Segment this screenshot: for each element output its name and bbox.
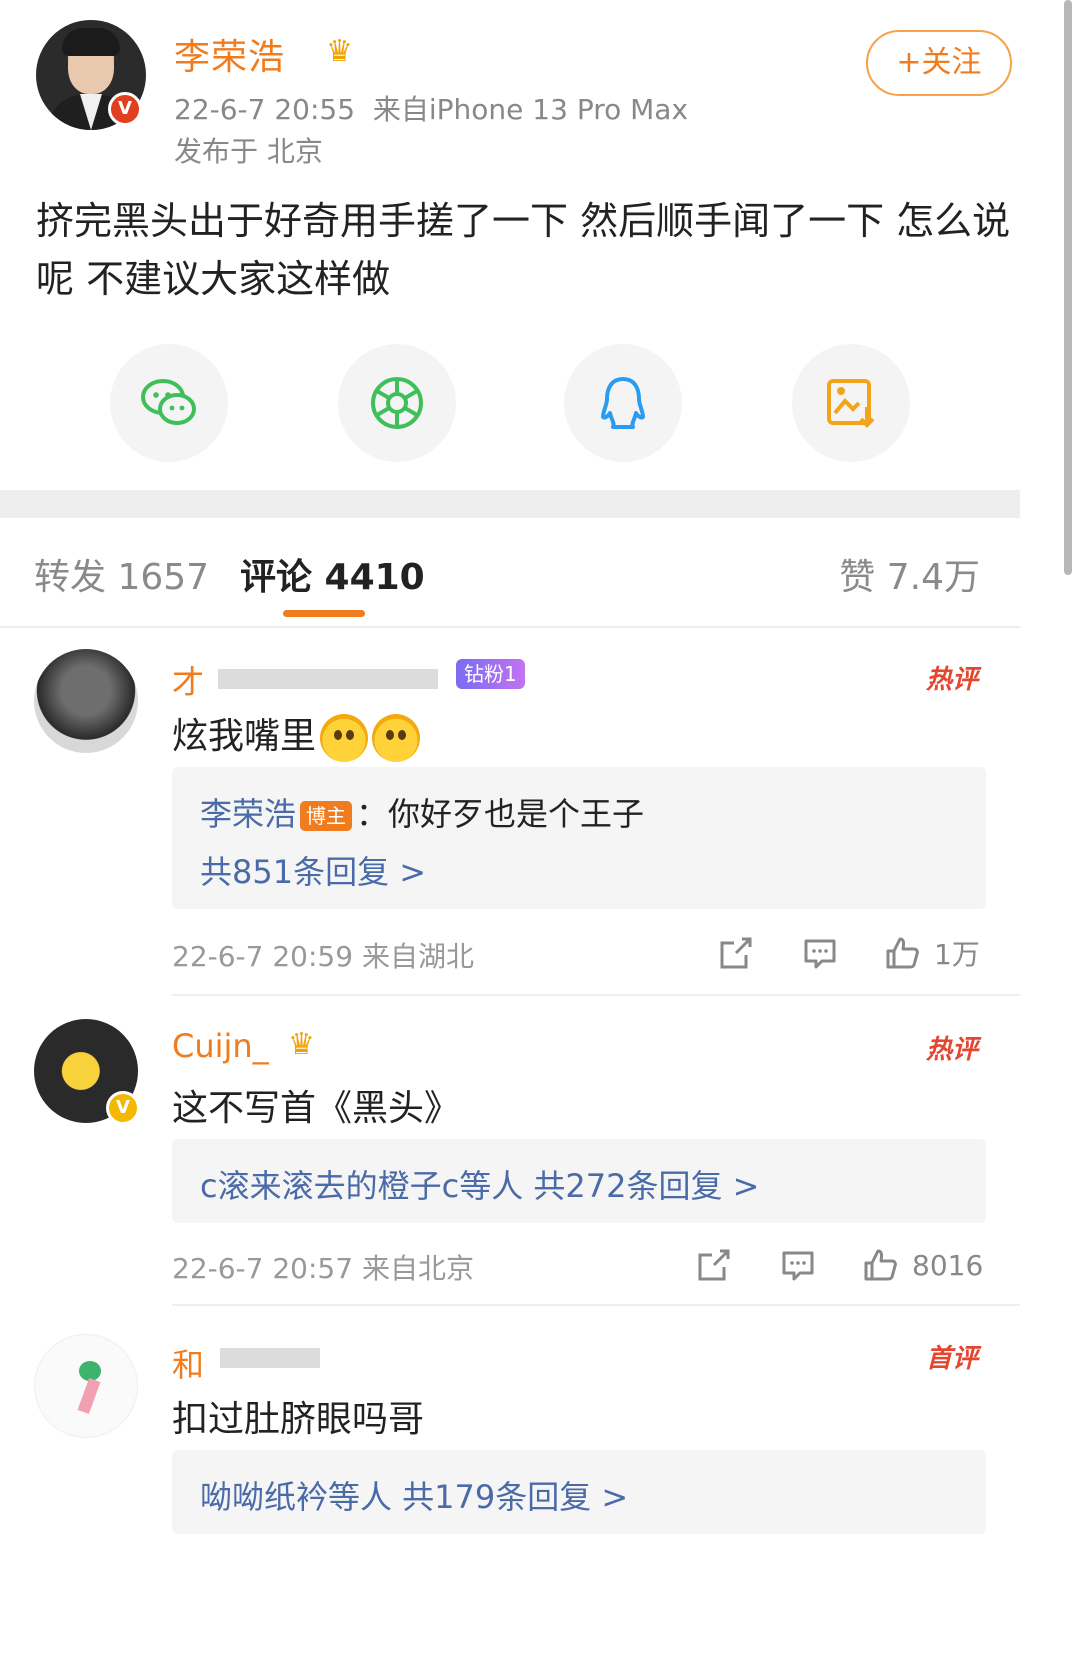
post-header: V 李荣浩 ♛ 22-6-7 20:55 来自iPhone 13 Pro Max… — [36, 20, 1046, 180]
view-replies-link[interactable]: 共851条回复 > — [200, 847, 426, 893]
wechat-icon — [141, 379, 196, 425]
post-source: 来自iPhone 13 Pro Max — [372, 93, 689, 126]
share-comment-button[interactable] — [694, 1245, 734, 1285]
reply-author[interactable]: 李荣浩 — [200, 795, 296, 833]
share-wechat-button[interactable] — [110, 344, 228, 462]
redacted-name — [220, 1348, 320, 1368]
first-comment-tag: 首评 — [925, 1344, 978, 1374]
share-comment-button[interactable] — [716, 933, 756, 973]
comment-text: 扣过肚脐眼吗哥 — [172, 1399, 425, 1440]
comment-separator — [172, 1304, 1020, 1306]
follow-button[interactable]: +关注 — [866, 30, 1012, 96]
reply-preview[interactable]: 李荣浩 博主 ：你好歹也是个王子 共851条回复 > — [172, 767, 986, 909]
section-divider — [0, 490, 1020, 518]
post-timestamp: 22-6-7 20:55 — [174, 93, 356, 126]
tab-bar: 转发 1657 评论 4410 赞 7.4万 — [0, 518, 1020, 628]
scrollbar[interactable] — [1064, 0, 1072, 575]
like-count: 8016 — [912, 1248, 984, 1282]
reply-text: ：你好歹也是个王子 — [356, 795, 645, 833]
reply-preview[interactable]: c滚来滚去的橙子c等人 共272条回复 > — [172, 1139, 986, 1223]
crown-icon: ♛ — [326, 34, 353, 69]
commenter-avatar[interactable] — [34, 1334, 138, 1438]
comment-text: 炫我嘴里 — [172, 707, 421, 762]
post-meta: 22-6-7 20:55 来自iPhone 13 Pro Max — [174, 88, 688, 128]
emoji-icon — [372, 714, 421, 762]
comment-separator — [172, 994, 1020, 996]
like-comment-button[interactable]: 1万 — [882, 933, 980, 973]
share-icon — [720, 937, 752, 969]
like-comment-button[interactable]: 8016 — [860, 1245, 983, 1285]
post-text: 挤完黑头出于好奇用手搓了一下 然后顺手闻了一下 怎么说呢 不建议大家这样做 — [36, 199, 1011, 301]
share-qq-button[interactable] — [564, 344, 682, 462]
redacted-name — [218, 669, 438, 689]
comment-meta: 22-6-7 20:59 来自湖北 — [172, 940, 474, 973]
thumbs-up-icon — [864, 1249, 897, 1281]
tab-active-indicator — [283, 610, 365, 617]
like-count: 1万 — [934, 938, 980, 971]
comment-item: V Cuijn_ ♛ 热评 这不写首《黑头》 c滚来滚去的橙子c等人 共272条… — [0, 1015, 1020, 1305]
tab-reposts[interactable]: 转发 1657 — [34, 548, 209, 600]
reply-comment-button[interactable] — [778, 1245, 818, 1285]
hot-comment-tag: 热评 — [925, 665, 978, 695]
commenter-name[interactable]: Cuijn_ — [172, 1027, 269, 1065]
comment-item: 和 首评 扣过肚脐眼吗哥 呦呦纸衿等人 共179条回复 > — [0, 1330, 1020, 1662]
comment-icon — [804, 939, 836, 969]
moments-icon — [371, 377, 423, 429]
hot-comment-tag: 热评 — [925, 1035, 978, 1065]
thumbs-up-icon — [886, 937, 919, 969]
view-replies-link[interactable]: 呦呦纸衿等人 共179条回复 > — [200, 1472, 628, 1518]
qq-icon — [601, 377, 645, 429]
reply-preview[interactable]: 呦呦纸衿等人 共179条回复 > — [172, 1450, 986, 1534]
share-icon — [698, 1249, 730, 1281]
post-location: 发布于 北京 — [174, 135, 323, 168]
crown-icon: ♛ — [288, 1027, 315, 1062]
verified-badge-icon: V — [106, 1091, 140, 1125]
comment-item: 才 钻粉1 热评 炫我嘴里 李荣浩 博主 ：你好歹也是个王子 共851条回复 > 2… — [0, 645, 1020, 995]
commenter-name[interactable]: 和 — [172, 1340, 204, 1386]
tab-comments[interactable]: 评论 4410 — [240, 548, 425, 600]
tab-likes[interactable]: 赞 7.4万 — [839, 548, 980, 600]
share-row — [110, 344, 910, 464]
save-image-icon — [827, 379, 875, 428]
verified-badge-icon: V — [108, 92, 142, 126]
view-replies-link[interactable]: c滚来滚去的橙子c等人 共272条回复 > — [200, 1161, 759, 1207]
share-save-image-button[interactable] — [792, 344, 910, 462]
reply-comment-button[interactable] — [800, 933, 840, 973]
comment-text: 这不写首《黑头》 — [172, 1088, 461, 1129]
commenter-name[interactable]: 才 — [172, 657, 204, 703]
commenter-avatar[interactable] — [34, 649, 138, 753]
author-name[interactable]: 李荣浩 — [174, 28, 285, 80]
emoji-icon — [320, 714, 369, 762]
comment-text-content: 炫我嘴里 — [172, 716, 317, 757]
comment-meta: 22-6-7 20:57 来自北京 — [172, 1252, 474, 1285]
fan-level-badge: 钻粉1 — [456, 659, 525, 689]
reply-line: 李荣浩 博主 ：你好歹也是个王子 — [200, 789, 644, 835]
share-moments-button[interactable] — [338, 344, 456, 462]
comment-icon — [782, 1251, 814, 1281]
owner-tag: 博主 — [300, 801, 353, 831]
